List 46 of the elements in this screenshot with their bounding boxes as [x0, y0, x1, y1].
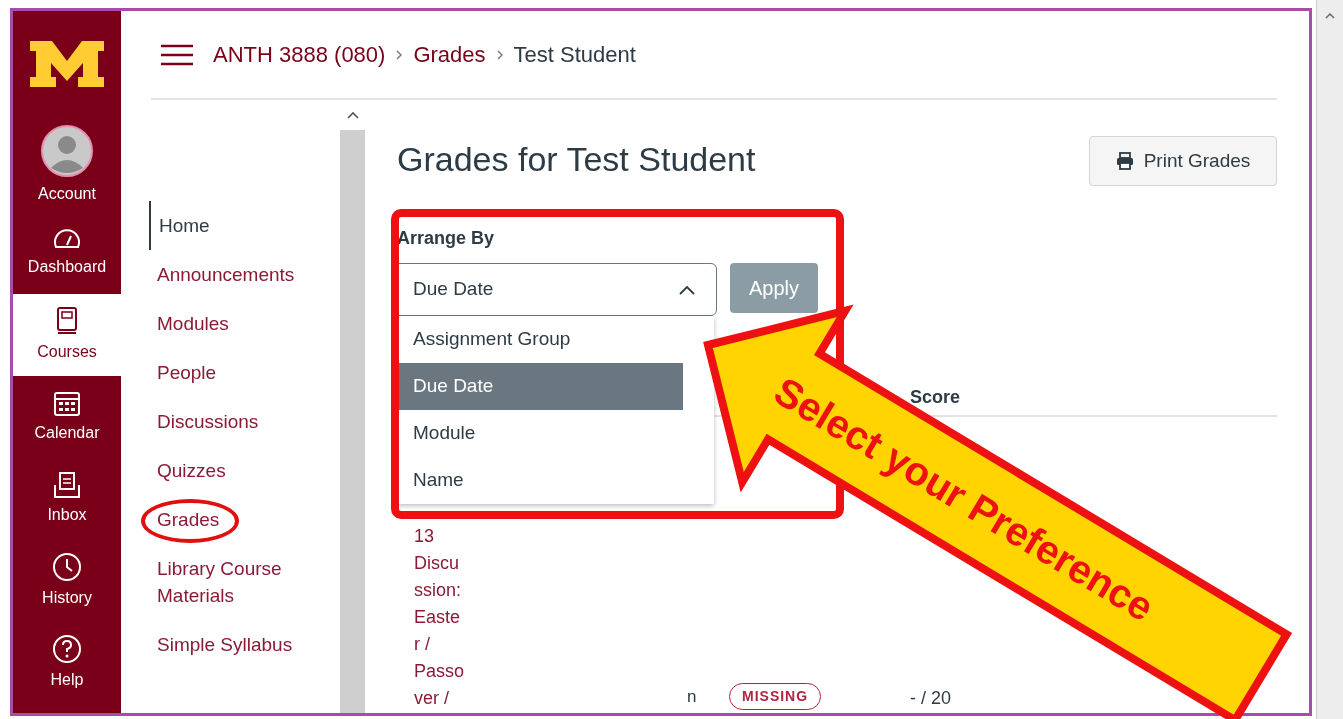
inbox-icon[interactable] [53, 471, 81, 499]
printer-icon [1115, 152, 1134, 170]
course-nav-link[interactable]: Grades [149, 495, 319, 544]
book-icon[interactable] [55, 306, 79, 336]
help-icon[interactable] [52, 634, 82, 664]
menu-option[interactable]: Assignment Group [397, 316, 683, 363]
avatar-icon[interactable] [40, 123, 94, 178]
chevron-right-icon [395, 48, 404, 61]
global-nav-link[interactable]: Account [13, 117, 121, 212]
global-nav-link[interactable]: Dashboard [13, 212, 121, 294]
chevron-right-icon [495, 48, 504, 61]
breadcrumb-link[interactable]: Grades [413, 38, 486, 71]
print-button[interactable]: Print Grades [1089, 136, 1277, 186]
global-nav-link[interactable]: Calendar [13, 376, 121, 458]
course-nav-link[interactable]: Announcements [149, 250, 319, 299]
global-nav-link[interactable]: History [13, 540, 121, 622]
caret-up-icon[interactable] [1325, 12, 1335, 19]
course-nav-link[interactable]: Simple Syllabus [149, 620, 319, 669]
course-nav-link[interactable]: Discussions [149, 397, 319, 446]
menu-option[interactable]: Due Date [397, 363, 683, 410]
global-nav-link[interactable]: Inbox [13, 458, 121, 540]
calendar-icon[interactable] [53, 389, 81, 417]
page-title: Grades for Test Student [397, 139, 756, 180]
chevron-up-icon [678, 284, 696, 295]
global-nav-link[interactable]: Courses [13, 294, 121, 376]
caret-up-icon[interactable] [346, 111, 359, 119]
speedometer-icon[interactable] [52, 227, 82, 251]
score-text: - / 20 [910, 687, 953, 710]
course-nav-link[interactable]: Home [149, 201, 319, 250]
field-label: Arrange By [397, 227, 496, 250]
course-nav-link[interactable]: Quizzes [149, 446, 319, 495]
clock-icon[interactable] [52, 552, 82, 582]
course-nav-link[interactable]: Modules [149, 299, 319, 348]
breadcrumb-current: Test Student [513, 41, 636, 69]
course-nav-link[interactable]: Library Course Materials [149, 544, 319, 620]
menu-icon[interactable] [161, 43, 193, 66]
window-scrollbar[interactable] [1316, 0, 1343, 719]
menu-option[interactable]: Name [397, 457, 683, 504]
course-nav-link[interactable]: People [149, 348, 319, 397]
global-nav-link[interactable]: Help [13, 622, 121, 704]
status-text: n [687, 686, 698, 708]
column-header: Score [910, 386, 962, 409]
breadcrumb-link[interactable]: ANTH 3888 (080) [213, 38, 386, 71]
logo-icon [28, 39, 106, 89]
menu-option[interactable]: Module [397, 410, 683, 457]
assignment-link[interactable]: 13 Discu ssion: Easte r / Passo ver / [414, 523, 687, 712]
